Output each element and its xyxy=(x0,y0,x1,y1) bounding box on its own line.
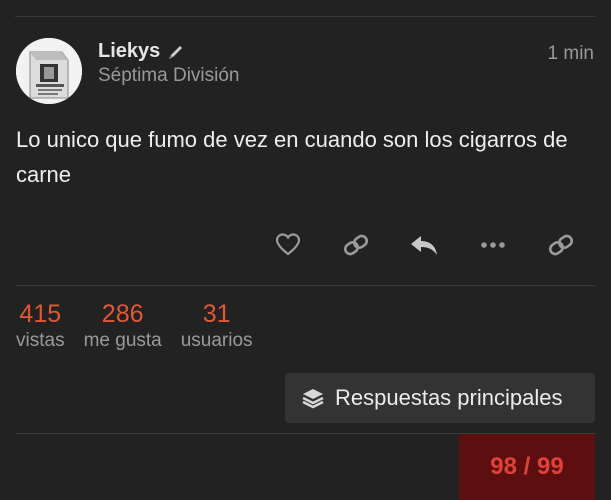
avatar[interactable] xyxy=(16,38,82,104)
reply-button[interactable] xyxy=(404,225,444,265)
brush-icon xyxy=(169,45,183,59)
stat-likes-value: 286 xyxy=(101,300,144,328)
more-button[interactable] xyxy=(473,225,513,265)
top-replies-button[interactable]: Respuestas principales xyxy=(285,373,595,423)
like-button[interactable] xyxy=(268,225,308,265)
stat-users-value: 31 xyxy=(202,300,231,328)
topic-progress-text: 98 / 99 xyxy=(490,453,564,480)
user-title: Séptima División xyxy=(98,65,240,86)
stat-views-value: 415 xyxy=(19,300,62,328)
link-icon xyxy=(548,234,574,256)
top-divider xyxy=(15,16,595,17)
topic-stats: 415 vistas 286 me gusta 31 usuarios xyxy=(16,300,253,354)
username-text: Liekys xyxy=(98,40,161,62)
milk-carton-avatar-image xyxy=(16,38,82,104)
username[interactable]: Liekys xyxy=(98,40,184,63)
heart-icon xyxy=(275,233,301,256)
share-link-button[interactable] xyxy=(541,225,581,265)
reply-icon xyxy=(411,236,437,255)
link-icon xyxy=(343,234,369,256)
stats-divider xyxy=(15,285,595,286)
more-icon xyxy=(481,242,505,248)
post-body: Lo unico que fumo de vez en cuando son l… xyxy=(16,127,568,187)
top-replies-label: Respuestas principales xyxy=(335,385,563,410)
copy-link-button[interactable] xyxy=(336,225,376,265)
stat-views-label: vistas xyxy=(16,330,65,351)
post-time[interactable]: 1 min xyxy=(548,43,594,65)
stat-users-label: usuarios xyxy=(180,330,253,351)
stat-likes: 286 me gusta xyxy=(84,300,162,354)
topic-progress[interactable]: 98 / 99 xyxy=(459,434,595,500)
layers-icon xyxy=(302,389,324,409)
post-actions xyxy=(0,225,611,265)
stat-views: 415 vistas xyxy=(16,300,65,354)
stat-likes-label: me gusta xyxy=(83,330,162,351)
stat-users: 31 usuarios xyxy=(181,300,253,354)
